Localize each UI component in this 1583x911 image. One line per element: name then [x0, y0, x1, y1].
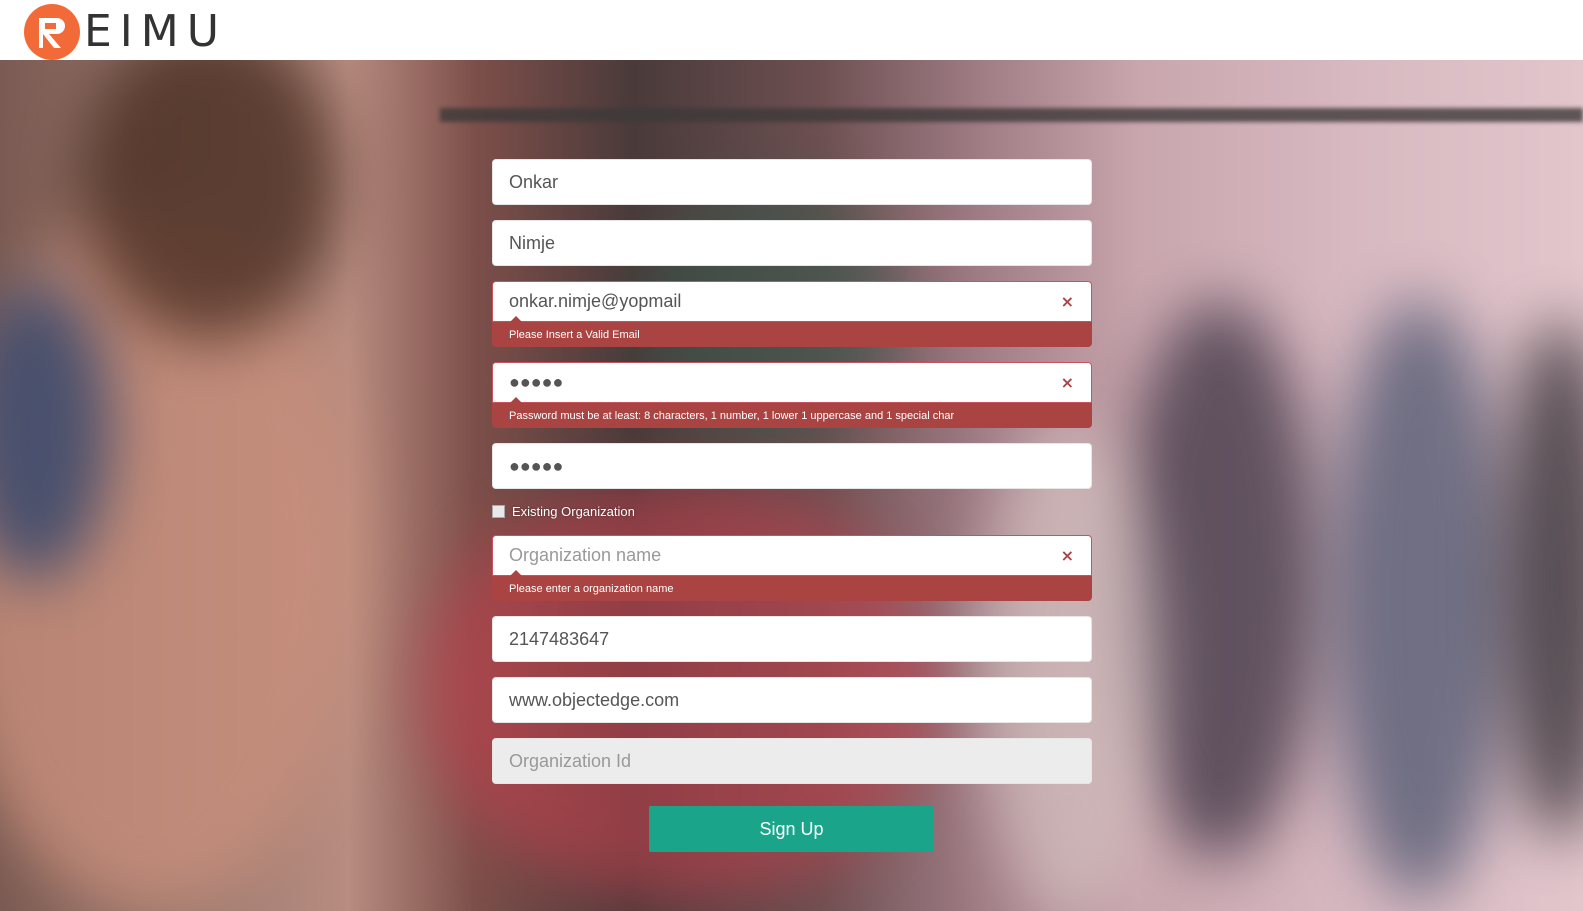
logo-r-icon — [39, 18, 65, 48]
password-field: ●●●●● × Password must be at least: 8 cha… — [492, 362, 1092, 428]
last-name-field: Nimje — [492, 220, 1092, 266]
last-name-input[interactable]: Nimje — [492, 220, 1092, 266]
email-input[interactable]: onkar.nimje@yopmail — [492, 281, 1092, 322]
existing-organization-row: Existing Organization — [492, 500, 1092, 522]
close-icon: × — [1060, 292, 1074, 311]
sign-up-button[interactable]: Sign Up — [649, 806, 934, 852]
close-icon: × — [1060, 546, 1074, 565]
confirm-password-field: ●●●●● — [492, 443, 1092, 489]
existing-organization-label: Existing Organization — [512, 503, 635, 519]
organization-id-input: Organization Id — [492, 738, 1092, 784]
reimu-logo[interactable]: EIMU — [24, 3, 227, 61]
clothes-rail — [440, 108, 1583, 122]
phone-field: 2147483647 — [492, 616, 1092, 662]
website-input[interactable]: www.objectedge.com — [492, 677, 1092, 723]
email-error-message: Please Insert a Valid Email — [492, 316, 1092, 347]
confirm-password-input[interactable]: ●●●●● — [492, 443, 1092, 489]
close-icon: × — [1060, 373, 1074, 392]
organization-name-error-message: Please enter a organization name — [492, 570, 1092, 601]
first-name-field: Onkar — [492, 159, 1092, 205]
logo-mark — [24, 4, 80, 60]
password-error-message: Password must be at least: 8 characters,… — [492, 397, 1092, 428]
organization-name-input[interactable]: Organization name — [492, 535, 1092, 576]
logo-wordmark: EIMU — [84, 6, 227, 57]
organization-name-field: Organization name × Please enter a organ… — [492, 535, 1092, 601]
email-field: onkar.nimje@yopmail × Please Insert a Va… — [492, 281, 1092, 347]
organization-id-field: Organization Id — [492, 738, 1092, 784]
existing-organization-checkbox[interactable] — [492, 504, 505, 518]
password-input[interactable]: ●●●●● — [492, 362, 1092, 403]
first-name-input[interactable]: Onkar — [492, 159, 1092, 205]
phone-input[interactable]: 2147483647 — [492, 616, 1092, 662]
top-header: EIMU — [0, 0, 1583, 60]
signup-form: Onkar Nimje onkar.nimje@yopmail × Please… — [492, 159, 1092, 799]
website-field: www.objectedge.com — [492, 677, 1092, 723]
